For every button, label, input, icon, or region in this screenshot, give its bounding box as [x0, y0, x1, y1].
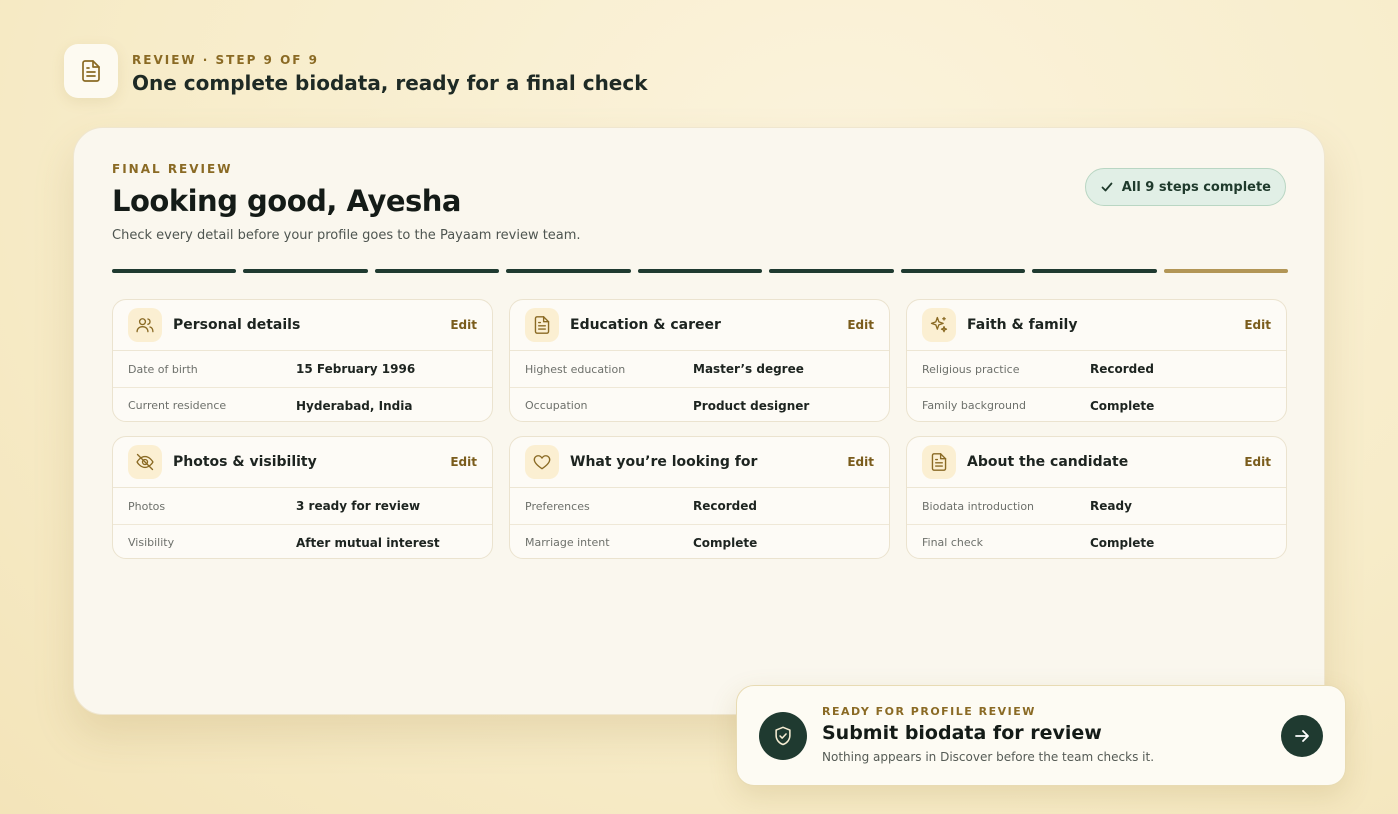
- detail-label: Current residence: [128, 399, 227, 412]
- detail-label: Date of birth: [128, 362, 198, 376]
- section-personal-details: Personal details Edit Date of birth 15 F…: [112, 299, 493, 422]
- detail-value: Product designer: [693, 398, 810, 413]
- review-greeting: Looking good, Ayesha: [112, 184, 462, 218]
- progress-segment: [637, 269, 763, 273]
- section-title: Education & career: [570, 317, 721, 333]
- submit-panel: READY FOR PROFILE REVIEW Submit biodata …: [736, 685, 1346, 786]
- section-photos-visibility: Photos & visibility Edit Photos 3 ready …: [112, 436, 493, 559]
- detail-value: 15 February 1996: [296, 362, 416, 376]
- progress-segment: [900, 269, 1026, 273]
- detail-value: Ready: [1090, 499, 1132, 513]
- detail-label: Photos: [128, 499, 166, 513]
- section-title: Faith & family: [967, 317, 1078, 333]
- step-eyebrow: REVIEW · STEP 9 OF 9: [132, 53, 319, 67]
- detail-value: After mutual interest: [296, 535, 440, 550]
- submit-biodata-button[interactable]: [1281, 715, 1323, 757]
- shield-check-icon: [759, 712, 807, 760]
- page-title: One complete biodata, ready for a final …: [132, 71, 648, 95]
- detail-label: Preferences: [525, 499, 590, 513]
- progress-segment: [243, 269, 368, 273]
- edit-photos-visibility-button[interactable]: Edit: [450, 455, 477, 469]
- review-subtitle: Check every detail before your profile g…: [112, 228, 581, 243]
- detail-row: Final check Complete: [907, 524, 1286, 558]
- section-title: What you’re looking for: [570, 454, 758, 470]
- detail-label: Family background: [922, 399, 1026, 412]
- detail-label: Biodata introduction: [922, 499, 1035, 513]
- progress-segment: [1163, 269, 1288, 273]
- detail-row: Photos 3 ready for review: [113, 488, 492, 524]
- detail-row: Religious practice Recorded: [907, 351, 1286, 387]
- page-header: REVIEW · STEP 9 OF 9 One complete biodat…: [64, 44, 648, 98]
- submit-eyebrow: READY FOR PROFILE REVIEW: [822, 705, 1036, 718]
- status-badge-label: All 9 steps complete: [1121, 179, 1271, 195]
- detail-value: Complete: [1090, 398, 1155, 413]
- section-about-candidate: About the candidate Edit Biodata introdu…: [906, 436, 1287, 559]
- eye-off-icon: [128, 445, 162, 479]
- detail-value: Recorded: [693, 499, 757, 513]
- arrow-right-icon: [1295, 730, 1309, 742]
- document-icon: [525, 308, 559, 342]
- detail-row: Marriage intent Complete: [510, 524, 889, 558]
- section-title: Photos & visibility: [173, 454, 317, 470]
- detail-value: Master’s degree: [693, 362, 804, 376]
- review-card: FINAL REVIEW Looking good, Ayesha Check …: [73, 127, 1325, 715]
- progress-segment: [374, 269, 500, 273]
- progress-segment: [506, 269, 631, 273]
- review-eyebrow: FINAL REVIEW: [112, 162, 233, 176]
- submit-title: Submit biodata for review: [822, 722, 1102, 744]
- step-progress: [112, 269, 1288, 273]
- detail-row: Highest education Master’s degree: [510, 351, 889, 387]
- edit-about-candidate-button[interactable]: Edit: [1244, 455, 1271, 469]
- section-looking-for: What you’re looking for Edit Preferences…: [509, 436, 890, 559]
- detail-label: Occupation: [525, 399, 588, 412]
- detail-label: Highest education: [525, 362, 626, 376]
- submit-note: Nothing appears in Discover before the t…: [822, 750, 1155, 764]
- detail-value: 3 ready for review: [296, 499, 421, 513]
- section-title: About the candidate: [967, 454, 1129, 470]
- check-icon: [1101, 182, 1113, 192]
- edit-personal-details-button[interactable]: Edit: [450, 318, 477, 332]
- edit-looking-for-button[interactable]: Edit: [847, 455, 874, 469]
- edit-education-career-button[interactable]: Edit: [847, 318, 874, 332]
- section-title: Personal details: [173, 317, 301, 333]
- document-icon: [64, 44, 118, 98]
- heart-icon: [525, 445, 559, 479]
- detail-row: Family background Complete: [907, 387, 1286, 421]
- detail-value: Complete: [1090, 535, 1155, 550]
- sparkles-icon: [922, 308, 956, 342]
- progress-segment: [1032, 269, 1157, 273]
- progress-segment: [769, 269, 894, 273]
- detail-label: Marriage intent: [525, 536, 610, 549]
- detail-row: Visibility After mutual interest: [113, 524, 492, 558]
- status-badge: All 9 steps complete: [1084, 168, 1286, 206]
- detail-label: Visibility: [128, 536, 175, 549]
- edit-faith-family-button[interactable]: Edit: [1244, 318, 1271, 332]
- detail-row: Current residence Hyderabad, India: [113, 387, 492, 421]
- detail-value: Complete: [693, 535, 758, 550]
- detail-row: Biodata introduction Ready: [907, 488, 1286, 524]
- detail-row: Occupation Product designer: [510, 387, 889, 421]
- document-icon: [922, 445, 956, 479]
- section-grid: Personal details Edit Date of birth 15 F…: [112, 299, 1288, 559]
- detail-value: Hyderabad, India: [296, 398, 413, 413]
- users-icon: [128, 308, 162, 342]
- detail-row: Date of birth 15 February 1996: [113, 351, 492, 387]
- detail-row: Preferences Recorded: [510, 488, 889, 524]
- section-education-career: Education & career Edit Highest educatio…: [509, 299, 890, 422]
- detail-label: Final check: [922, 536, 984, 549]
- progress-segment: [112, 269, 237, 273]
- detail-label: Religious practice: [922, 362, 1020, 376]
- detail-value: Recorded: [1090, 362, 1154, 376]
- section-faith-family: Faith & family Edit Religious practice R…: [906, 299, 1287, 422]
